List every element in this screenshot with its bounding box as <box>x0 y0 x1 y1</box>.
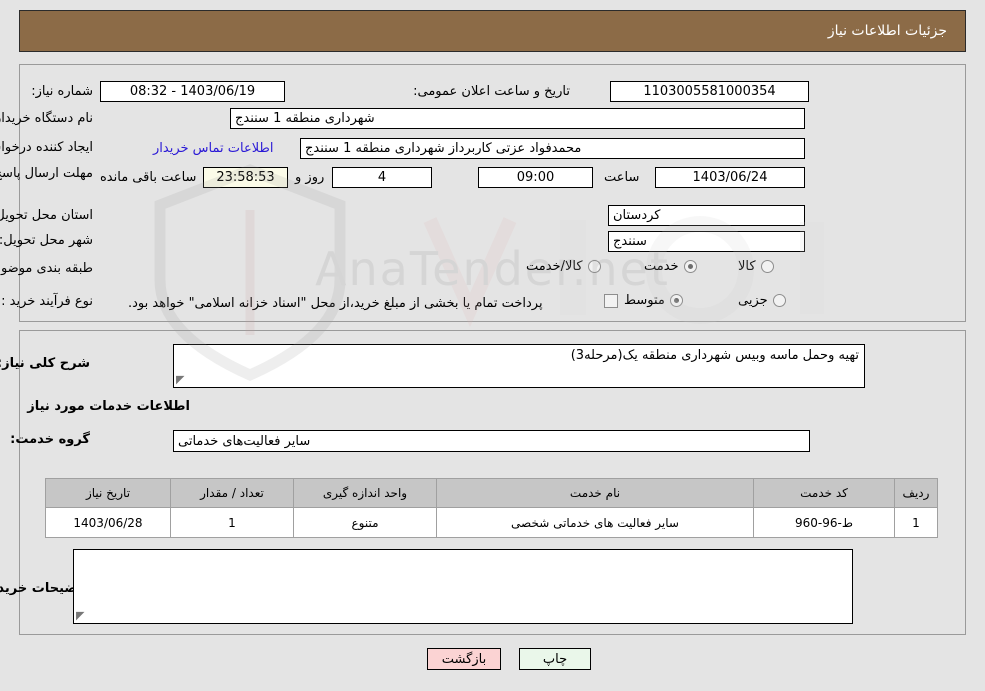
col-unit: واحد اندازه گیری <box>293 478 437 508</box>
radio-circle[interactable] <box>587 260 601 273</box>
radio-circle[interactable] <box>760 260 774 273</box>
deadline-label: مهلت ارسال پاسخ: تا تاریخ: <box>0 166 93 181</box>
service-group-value: سایر فعالیت‌های خدماتی <box>173 430 810 452</box>
category-radio-khedmat[interactable]: خدمت <box>644 259 697 274</box>
treasury-checkbox[interactable] <box>604 294 618 308</box>
cell-code: ط-96-960 <box>753 507 895 538</box>
announce-datetime-label: تاریخ و ساعت اعلان عمومی: <box>413 84 570 99</box>
remaining-hours-label: ساعت باقی مانده <box>100 170 197 185</box>
deadline-date-value: 1403/06/24 <box>655 167 805 188</box>
countdown-timer: 23:58:53 <box>203 167 288 188</box>
col-name: نام خدمت <box>436 478 754 508</box>
category-option-label: کالا/خدمت <box>526 259 583 274</box>
cell-date: 1403/06/28 <box>45 507 171 538</box>
treasury-note: پرداخت تمام یا بخشی از مبلغ خرید،از محل … <box>128 296 543 311</box>
buyer-notes-textarea[interactable]: ◥ <box>73 549 853 624</box>
col-qty: تعداد / مقدار <box>170 478 294 508</box>
need-number-value: 1103005581000354 <box>610 81 809 102</box>
col-radif: ردیف <box>894 478 938 508</box>
summary-textarea[interactable]: تهیه وحمل ماسه وبیس شهرداری منطقه یک(مرح… <box>173 344 865 388</box>
services-table: ردیف کد خدمت نام خدمت واحد اندازه گیری ت… <box>45 478 938 538</box>
table-row: 1 ط-96-960 سایر فعالیت های خدماتی شخصی م… <box>45 507 938 538</box>
need-info-panel <box>19 64 966 322</box>
buyer-org-label: نام دستگاه خریدار: <box>0 111 93 126</box>
resize-handle-icon[interactable]: ◥ <box>176 373 188 386</box>
creator-value: محمدفواد عزتی کاربرداز شهرداری منطقه 1 س… <box>300 138 805 159</box>
category-radio-kala-khedmat[interactable]: کالا/خدمت <box>526 259 601 274</box>
cell-qty: 1 <box>170 507 294 538</box>
category-option-label: کالا <box>738 259 756 274</box>
buyer-contact-link[interactable]: اطلاعات تماس خریدار <box>153 141 273 156</box>
table-header-row: ردیف کد خدمت نام خدمت واحد اندازه گیری ت… <box>45 478 938 508</box>
need-number-label: شماره نیاز: <box>31 84 93 99</box>
announce-datetime-value: 1403/06/19 - 08:32 <box>100 81 285 102</box>
deadline-label-text: مهلت ارسال پاسخ: تا تاریخ: <box>0 166 93 181</box>
province-label: استان محل تحویل: <box>0 208 93 223</box>
process-type-label: نوع فرآیند خرید : <box>1 294 93 309</box>
page-title: جزئیات اطلاعات نیاز <box>827 23 947 39</box>
radio-circle[interactable] <box>683 260 697 273</box>
province-value: کردستان <box>608 205 805 226</box>
resize-handle-icon[interactable]: ◥ <box>76 609 88 622</box>
summary-label: شرح کلی نیاز: <box>0 356 90 371</box>
category-radio-kala[interactable]: کالا <box>738 259 774 274</box>
remaining-days-value: 4 <box>332 167 432 188</box>
process-option-label: متوسط <box>624 293 665 308</box>
page-root: جزئیات اطلاعات نیاز شماره نیاز: 11030055… <box>0 0 985 691</box>
page-header: جزئیات اطلاعات نیاز <box>19 10 966 52</box>
cell-unit: متنوع <box>293 507 437 538</box>
radio-circle[interactable] <box>772 294 786 307</box>
col-code: کد خدمت <box>753 478 895 508</box>
category-option-label: خدمت <box>644 259 679 274</box>
category-label: طبقه بندی موضوعی: <box>0 261 93 276</box>
summary-text: تهیه وحمل ماسه وبیس شهرداری منطقه یک(مرح… <box>570 348 859 363</box>
process-radio-motevaset[interactable]: متوسط <box>624 293 683 308</box>
services-heading: اطلاعات خدمات مورد نیاز <box>27 399 190 414</box>
service-group-label: گروه خدمت: <box>10 432 90 447</box>
city-label: شهر محل تحویل: <box>0 233 93 248</box>
hour-label: ساعت <box>604 170 640 185</box>
deadline-time-value: 09:00 <box>478 167 593 188</box>
days-label: روز و <box>295 170 325 185</box>
process-radio-jozii[interactable]: جزیی <box>738 293 786 308</box>
city-value: سنندج <box>608 231 805 252</box>
buyer-org-value: شهرداری منطقه 1 سنندج <box>230 108 805 129</box>
print-button[interactable]: چاپ <box>519 648 591 670</box>
cell-name: سایر فعالیت های خدماتی شخصی <box>436 507 754 538</box>
back-button[interactable]: بازگشت <box>427 648 501 670</box>
col-date: تاریخ نیاز <box>45 478 171 508</box>
cell-radif: 1 <box>894 507 938 538</box>
process-option-label: جزیی <box>738 293 768 308</box>
radio-circle[interactable] <box>669 294 683 307</box>
creator-label: ایجاد کننده درخواست: <box>0 140 93 155</box>
